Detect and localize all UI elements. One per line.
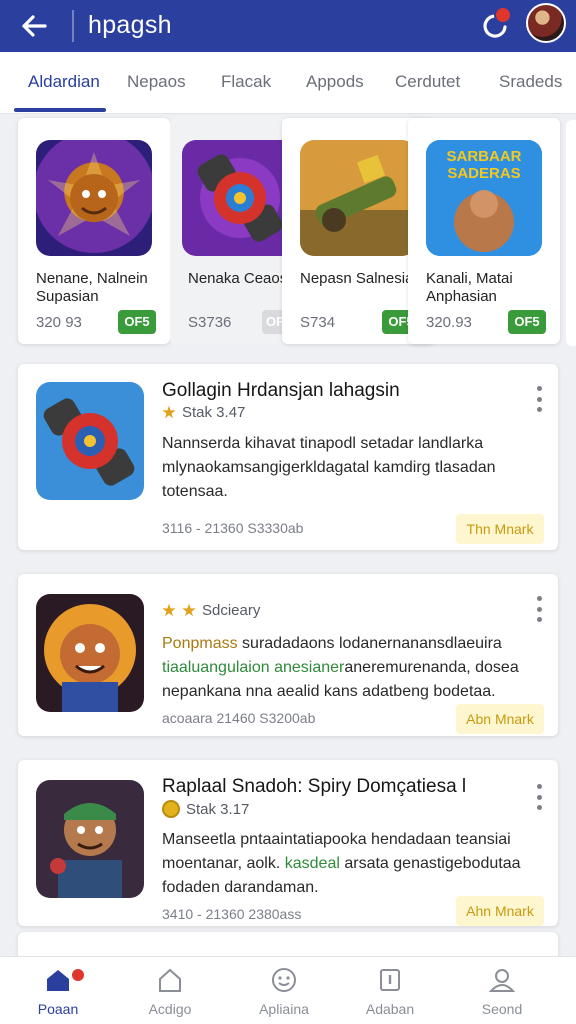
tab-sradeds[interactable]: Sradeds bbox=[499, 72, 562, 92]
tab-appods[interactable]: Appods bbox=[306, 72, 364, 92]
arrow-left-icon bbox=[22, 15, 47, 37]
game-icon bbox=[36, 382, 144, 500]
page-title: hpagsh bbox=[88, 11, 172, 39]
app-meta: acoaara 21460 S3200ab bbox=[162, 710, 316, 726]
featured-price: 320.93 bbox=[426, 314, 472, 331]
nav-shop[interactable]: Acdigo bbox=[120, 963, 220, 1021]
mark-button[interactable]: Ahn Mnark bbox=[456, 896, 544, 926]
game-icon: SARBAAR SADERAS bbox=[426, 140, 542, 256]
mark-button[interactable]: Thn Mnark bbox=[456, 514, 544, 544]
avatar[interactable] bbox=[526, 3, 566, 43]
nav-label: Apliaina bbox=[259, 1001, 309, 1017]
tab-nepaos[interactable]: Nepaos bbox=[127, 72, 186, 92]
list-item[interactable]: Sdcieary Ponpmass suradadaons lodanernan… bbox=[18, 574, 558, 736]
app-description: Manseetla pntaaintatiapooka hendadaan te… bbox=[162, 831, 521, 896]
more-options-icon[interactable] bbox=[532, 784, 546, 810]
star-icon bbox=[182, 603, 196, 617]
nav-apps[interactable]: Apliaina bbox=[234, 963, 334, 1021]
star-icon bbox=[162, 405, 176, 419]
nav-info[interactable]: Adaban bbox=[340, 963, 440, 1021]
featured-carousel[interactable]: Nenane, Nalnein Supasian 320 93 OF5 Nena… bbox=[0, 114, 576, 354]
app-rating: Stak 3.47 bbox=[162, 404, 245, 421]
info-icon bbox=[377, 967, 403, 993]
nav-profile[interactable]: Seond bbox=[452, 963, 552, 1021]
back-button[interactable] bbox=[18, 10, 50, 42]
notification-badge bbox=[70, 967, 86, 983]
home-icon bbox=[45, 967, 71, 993]
rating-text: Stak 3.17 bbox=[186, 800, 250, 818]
active-tab-indicator bbox=[14, 108, 106, 112]
app-bar: hpagsh bbox=[0, 0, 576, 52]
featured-name: Nenane, Nalnein Supasian bbox=[36, 270, 148, 305]
featured-price: S734 bbox=[300, 314, 336, 331]
mark-button[interactable]: Abn Mnark bbox=[456, 704, 544, 734]
nav-home[interactable]: Poaan bbox=[8, 963, 108, 1021]
coin-icon bbox=[162, 800, 180, 818]
featured-card-peek[interactable] bbox=[566, 120, 576, 346]
more-options-icon[interactable] bbox=[532, 596, 546, 622]
category-tabs: Aldardian Nepaos Flacak Appods Cerdutet … bbox=[0, 52, 576, 114]
featured-card[interactable]: SARBAAR SADERAS Kanali, Matai Anphasian … bbox=[408, 118, 560, 344]
nav-label: Poaan bbox=[37, 1001, 79, 1017]
app-meta: 3116 - 21360 S3330ab bbox=[162, 520, 304, 536]
tab-aldardian[interactable]: Aldardian bbox=[28, 72, 100, 92]
nav-label: Adaban bbox=[365, 1001, 415, 1017]
tab-cerdutet[interactable]: Cerdutet bbox=[395, 72, 460, 92]
game-icon bbox=[36, 594, 144, 712]
nav-label: Seond bbox=[481, 1001, 523, 1017]
app-rating: Stak 3.17 bbox=[162, 800, 249, 818]
appbar-divider bbox=[72, 10, 74, 42]
featured-card[interactable]: Nenane, Nalnein Supasian 320 93 OF5 bbox=[18, 118, 170, 344]
game-icon-lettering: SARBAAR SADERAS bbox=[446, 148, 522, 182]
tab-flacak[interactable]: Flacak bbox=[221, 72, 271, 92]
discount-badge: OF5 bbox=[118, 310, 156, 334]
game-icon bbox=[36, 780, 144, 898]
featured-price: S3736 bbox=[188, 314, 232, 331]
shop-icon bbox=[157, 967, 183, 993]
star-icon bbox=[162, 603, 176, 617]
app-title: Raplaal Snadoh: Spiry Domçatiesa l bbox=[162, 776, 467, 797]
featured-price: 320 93 bbox=[36, 314, 82, 331]
game-icon bbox=[300, 140, 416, 256]
app-description: Nannserda kihavat tinapodl setadar landl… bbox=[162, 435, 496, 500]
app-meta: 3410 - 21360 2380ass bbox=[162, 906, 302, 922]
discount-badge: OF5 bbox=[508, 310, 546, 334]
game-icon bbox=[36, 140, 152, 256]
game-icon bbox=[182, 140, 298, 256]
person-icon bbox=[488, 967, 516, 993]
app-rating: Sdcieary bbox=[162, 602, 260, 619]
app-description: Ponpmass suradadaons lodanernanansdlaeui… bbox=[162, 635, 519, 700]
app-title: Sdcieary bbox=[202, 602, 261, 619]
featured-name: Kanali, Matai Anphasian bbox=[426, 270, 513, 305]
list-item[interactable]: Gollagin Hrdansjan lahagsin Stak 3.47 Na… bbox=[18, 364, 558, 550]
list-item[interactable]: Raplaal Snadoh: Spiry Domçatiesa l Stak … bbox=[18, 760, 558, 926]
nav-label: Acdigo bbox=[148, 1001, 192, 1017]
rating-text: Stak 3.47 bbox=[182, 404, 246, 421]
smile-icon bbox=[271, 967, 297, 993]
app-title: Gollagin Hrdansjan lahagsin bbox=[162, 380, 400, 401]
notification-badge bbox=[494, 6, 512, 24]
bottom-navigation: Poaan Acdigo Apliaina Adaban Seond bbox=[0, 956, 576, 1024]
more-options-icon[interactable] bbox=[532, 386, 546, 412]
